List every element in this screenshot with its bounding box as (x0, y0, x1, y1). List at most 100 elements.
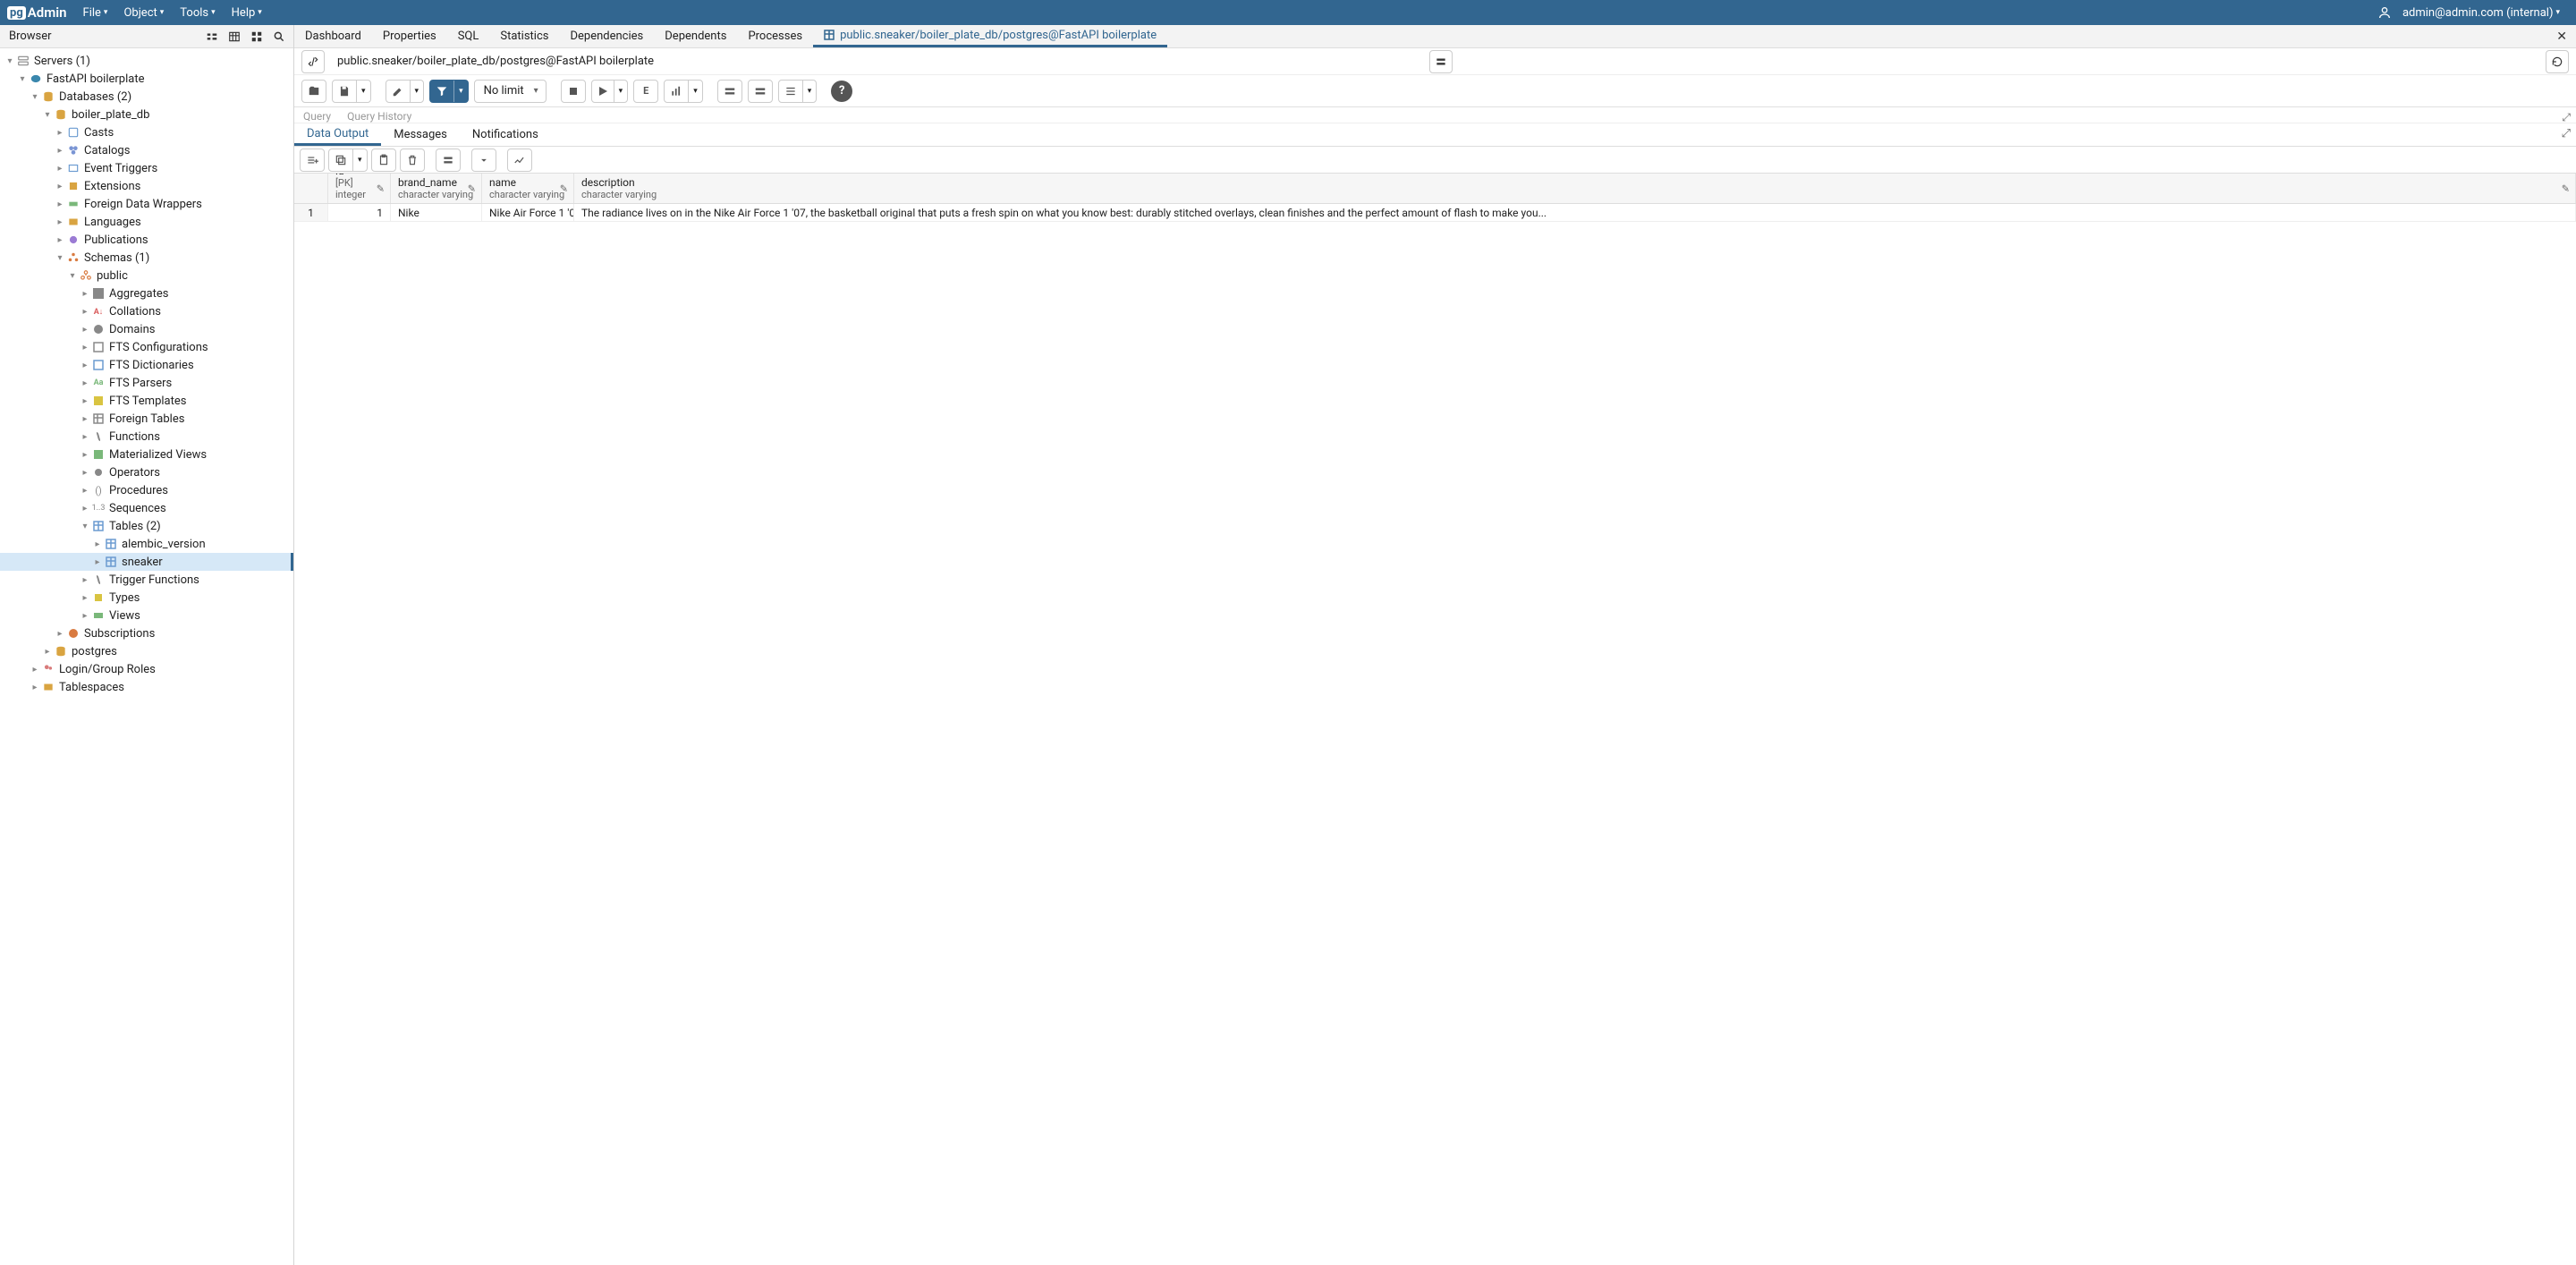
cell-desc[interactable]: The radiance lives on in the Nike Air Fo… (574, 204, 2576, 221)
expand-icon[interactable]: ▸ (79, 307, 91, 317)
row-number[interactable]: 1 (294, 204, 328, 221)
chevron-down-icon[interactable]: ▾ (803, 87, 817, 96)
menu-tools[interactable]: Tools▾ (173, 3, 222, 23)
tree-node[interactable]: ▾Schemas (1) (0, 249, 293, 267)
tree-node[interactable]: ▸Views (0, 607, 293, 624)
tree-node[interactable]: ▸Publications (0, 231, 293, 249)
expand-icon[interactable]: ▸ (54, 128, 66, 138)
tree-node[interactable]: ▸Languages (0, 213, 293, 231)
chevron-down-icon[interactable]: ▾ (689, 87, 702, 96)
cell-brand[interactable]: Nike (391, 204, 482, 221)
edit-button[interactable]: ▾ (386, 80, 425, 103)
search-icon[interactable] (267, 27, 290, 47)
tree-node[interactable]: ▸FTS Configurations (0, 338, 293, 356)
execute-button[interactable]: ▾ (591, 80, 629, 103)
expand-icon[interactable]: ▸ (79, 504, 91, 514)
collapse-icon[interactable]: ▾ (16, 74, 29, 84)
expand-icon[interactable]: ▸ (29, 683, 41, 692)
tree-tablespaces[interactable]: ▸Tablespaces (0, 678, 293, 696)
tree-node[interactable]: ▸Catalogs (0, 141, 293, 159)
expand-icon[interactable]: ▸ (79, 343, 91, 352)
expand-icon[interactable]: ▸ (54, 146, 66, 156)
chevron-down-icon[interactable]: ▾ (454, 87, 468, 96)
tab-notifications[interactable]: Notifications (460, 123, 551, 146)
reset-layout-button[interactable] (2546, 50, 2569, 73)
open-file-button[interactable] (301, 80, 326, 103)
user-menu[interactable]: admin@admin.com (internal)▾ (2395, 3, 2567, 23)
column-header-id[interactable]: id [PK] integer ✎ (328, 174, 391, 203)
expand-icon[interactable]: ▸ (54, 200, 66, 209)
expand-icon[interactable]: ▸ (54, 164, 66, 174)
tree-roles[interactable]: ▸Login/Group Roles (0, 660, 293, 678)
tab-query[interactable]: Query (303, 110, 331, 123)
tree-server[interactable]: ▾FastAPI boilerplate (0, 70, 293, 88)
tree-node[interactable]: ▸Materialized Views (0, 446, 293, 463)
tree-node[interactable]: ▸Domains (0, 320, 293, 338)
cell-name[interactable]: Nike Air Force 1 '07 (482, 204, 574, 221)
add-row-button[interactable] (300, 149, 325, 172)
expand-icon[interactable]: ▸ (79, 450, 91, 460)
expand-icon[interactable]: ▸ (91, 539, 104, 549)
close-tab-button[interactable]: ✕ (2542, 25, 2576, 47)
expand-icon[interactable]: ▸ (79, 432, 91, 442)
tree-db[interactable]: ▾boiler_plate_db (0, 106, 293, 123)
tree-node[interactable]: ▸Functions (0, 428, 293, 446)
tab-dashboard[interactable]: Dashboard (294, 25, 372, 47)
rownum-header[interactable] (294, 174, 328, 203)
object-tree[interactable]: ▾Servers (1) ▾FastAPI boilerplate ▾Datab… (0, 48, 293, 1265)
tree-node[interactable]: ▸()Procedures (0, 481, 293, 499)
tab-sql[interactable]: SQL (447, 25, 490, 47)
tree-tables[interactable]: ▾Tables (2) (0, 517, 293, 535)
explain-button[interactable]: E (633, 80, 658, 103)
column-header-brand[interactable]: brand_name character varying ✎ (391, 174, 482, 203)
tree-node[interactable]: ▸Types (0, 589, 293, 607)
save-button[interactable]: ▾ (332, 80, 371, 103)
pencil-icon[interactable]: ✎ (560, 183, 568, 194)
view-data-icon[interactable] (223, 27, 245, 47)
expand-icon[interactable]: ▸ (79, 468, 91, 478)
tree-node[interactable]: ▸Subscriptions (0, 624, 293, 642)
graph-visualizer-button[interactable] (507, 149, 532, 172)
cell-id[interactable]: 1 (328, 204, 391, 221)
tab-statistics[interactable]: Statistics (489, 25, 559, 47)
expand-icon[interactable]: ▸ (79, 593, 91, 603)
tree-table-alembic[interactable]: ▸alembic_version (0, 535, 293, 553)
expand-icon[interactable]: ▸ (29, 665, 41, 675)
collapse-icon[interactable]: ▾ (54, 253, 66, 263)
limit-select[interactable]: No limit (474, 80, 547, 103)
copy-button[interactable]: ▾ (328, 149, 368, 172)
query-tool-icon[interactable] (200, 27, 223, 47)
explain-analyze-button[interactable]: ▾ (664, 80, 703, 103)
paste-button[interactable] (371, 149, 396, 172)
tree-node[interactable]: ▸FTS Dictionaries (0, 356, 293, 374)
collapse-icon[interactable]: ▾ (4, 56, 16, 66)
app-logo[interactable]: pgAdmin (5, 4, 74, 21)
tree-node[interactable]: ▸Casts (0, 123, 293, 141)
expand-icon[interactable]: ▸ (79, 325, 91, 335)
commit-button[interactable] (717, 80, 742, 103)
chevron-down-icon[interactable]: ▾ (411, 87, 424, 96)
tree-node[interactable]: ▸FTS Templates (0, 392, 293, 410)
tree-node[interactable]: ▸A↓Collations (0, 302, 293, 320)
column-header-name[interactable]: name character varying ✎ (482, 174, 574, 203)
menu-file[interactable]: File▾ (76, 3, 115, 23)
macros-button[interactable]: ▾ (778, 80, 818, 103)
tree-node[interactable]: ▸Trigger Functions (0, 571, 293, 589)
tree-table-sneaker[interactable]: ▸sneaker (0, 553, 293, 571)
tab-querytool[interactable]: public.sneaker/boiler_plate_db/postgres@… (813, 25, 1167, 47)
filter-button[interactable]: ▾ (429, 80, 469, 103)
tree-node[interactable]: ▸1..3Sequences (0, 499, 293, 517)
delete-row-button[interactable] (400, 149, 425, 172)
expand-icon[interactable]: ▸ (54, 182, 66, 191)
collapse-icon[interactable]: ▾ (66, 271, 79, 281)
expand-icon[interactable]: ▸ (54, 629, 66, 639)
tree-node[interactable]: ▸Operators (0, 463, 293, 481)
tree-node[interactable]: ▸Event Triggers (0, 159, 293, 177)
pencil-icon[interactable]: ✎ (468, 183, 476, 194)
expand-panel-icon[interactable]: ⤢ (2562, 127, 2571, 140)
expand-icon[interactable]: ▸ (79, 486, 91, 496)
tree-node[interactable]: ▸Foreign Data Wrappers (0, 195, 293, 213)
tree-node[interactable]: ▸Extensions (0, 177, 293, 195)
collapse-icon[interactable]: ▾ (29, 92, 41, 102)
table-row[interactable]: 1 1 Nike Nike Air Force 1 '07 The radian… (294, 204, 2576, 222)
